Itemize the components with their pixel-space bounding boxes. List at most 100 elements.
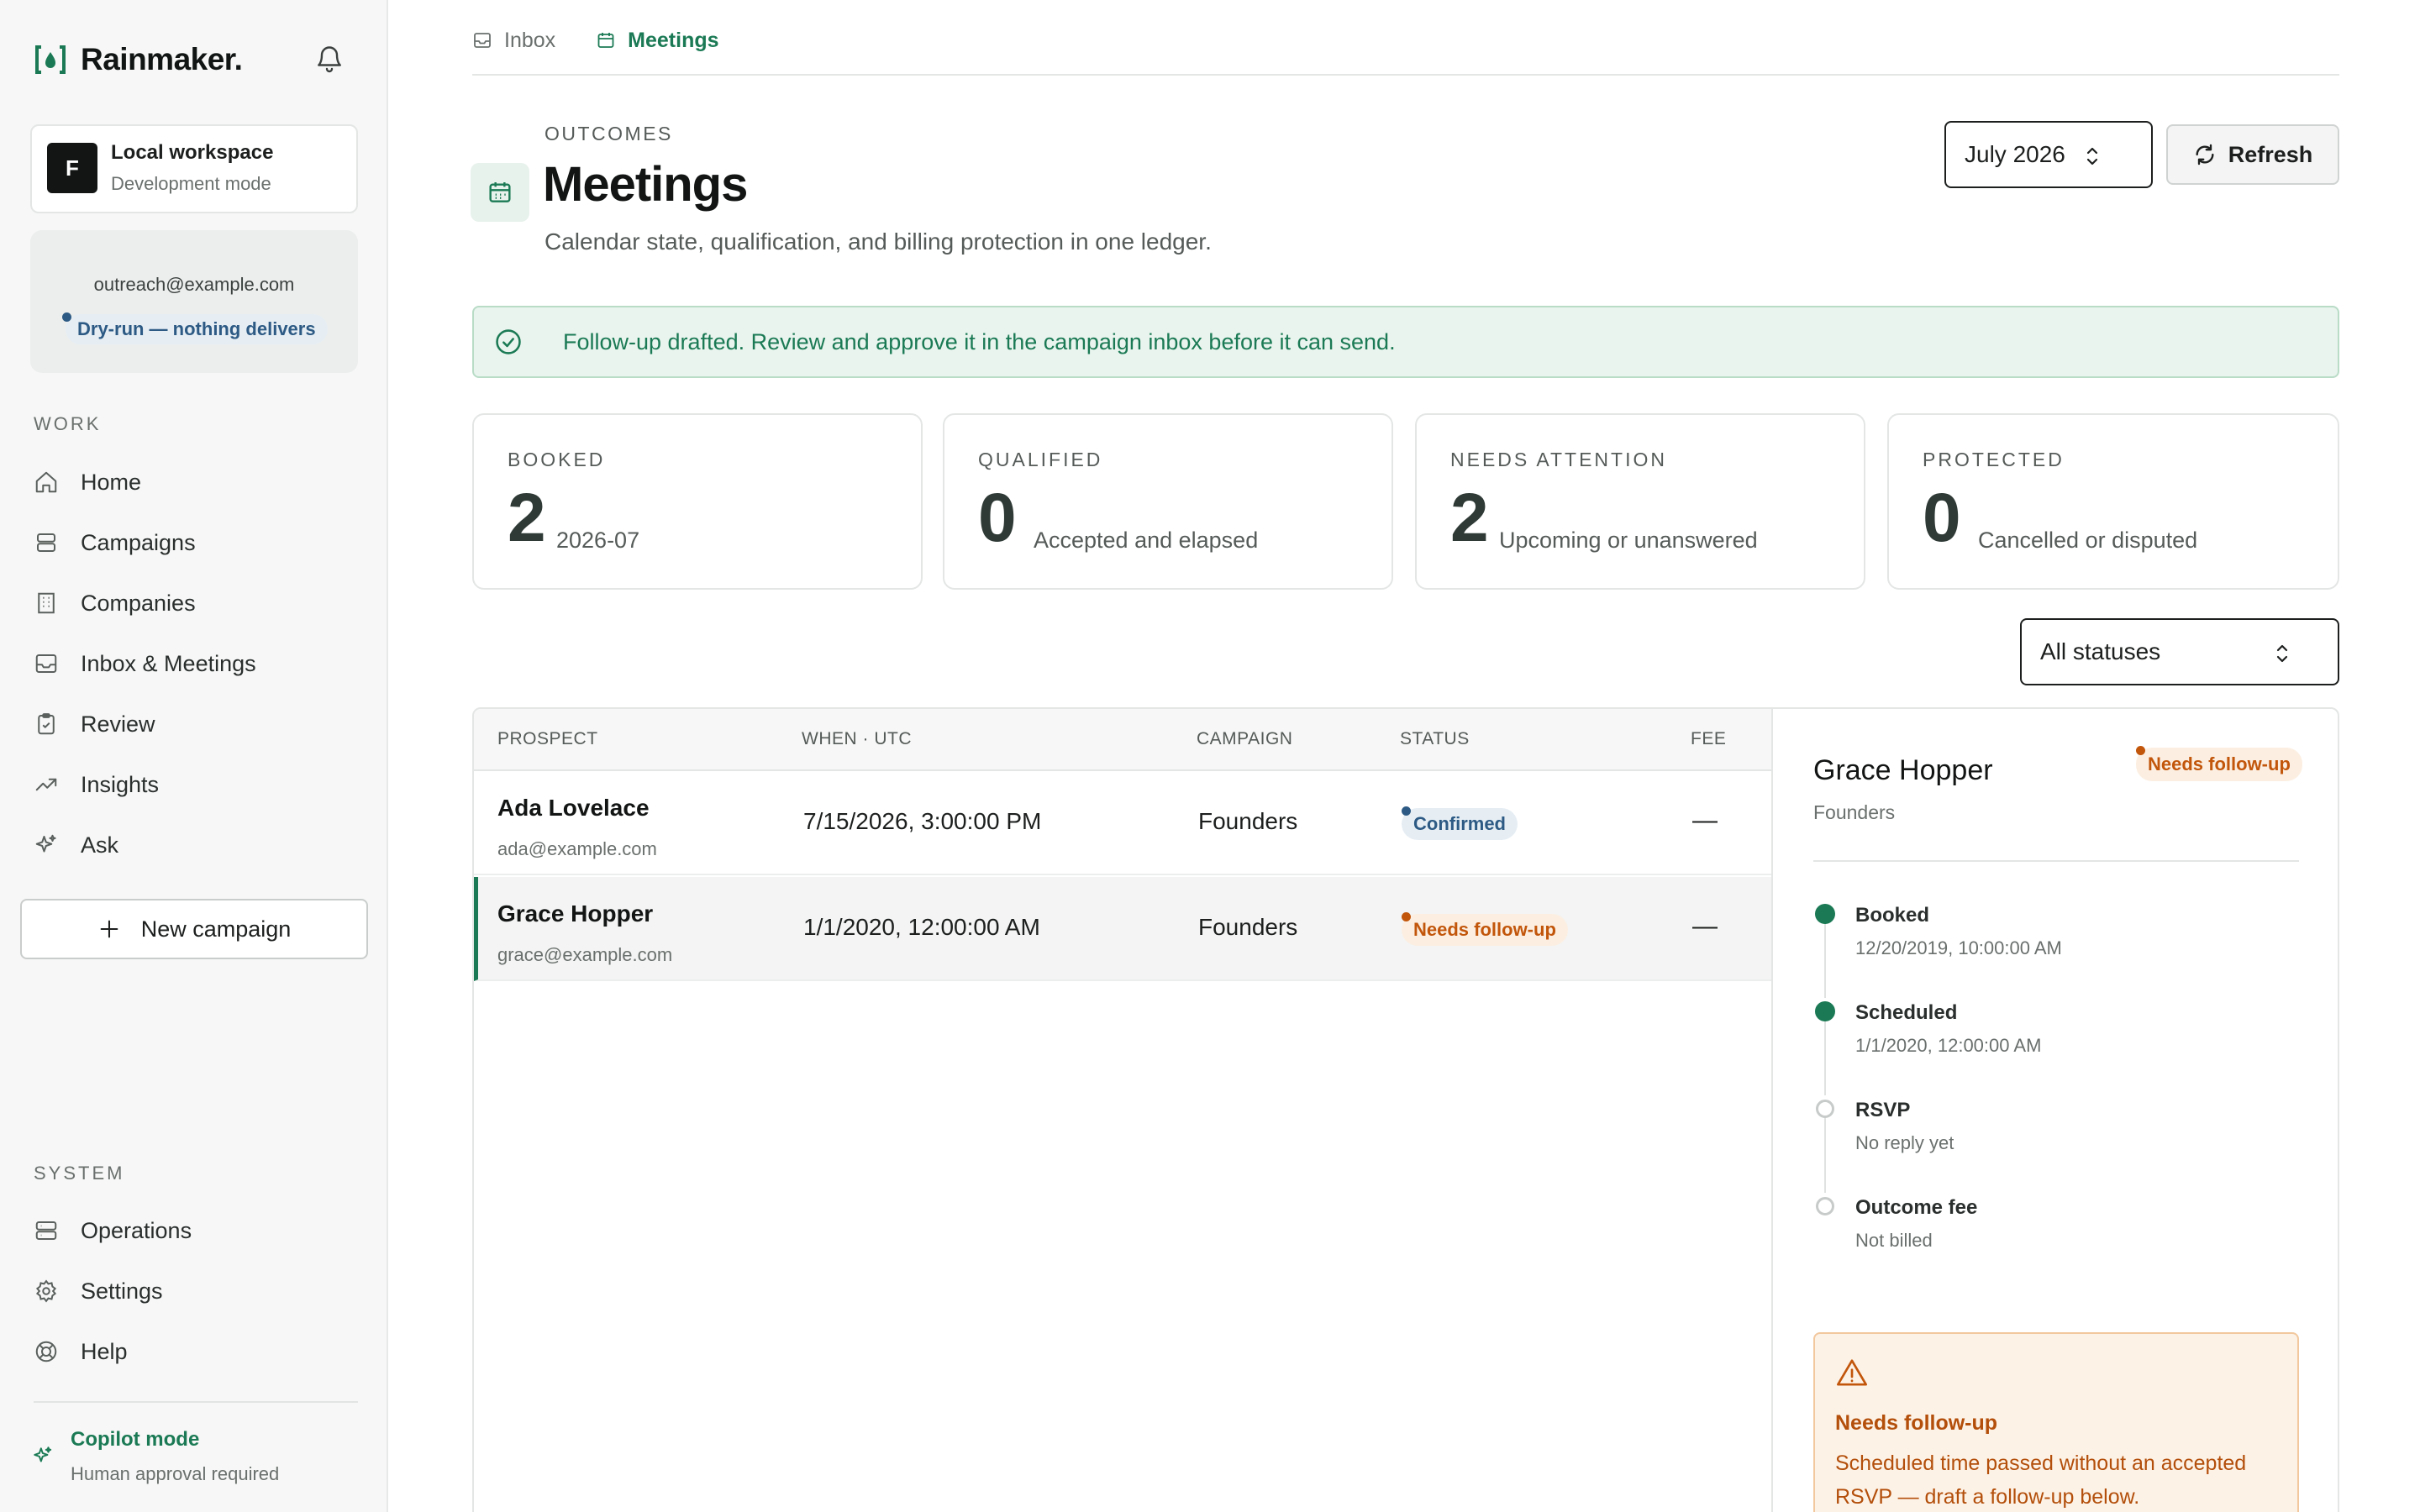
timeline-dot-pending xyxy=(1816,1100,1834,1118)
timeline-subtitle: 12/20/2019, 10:00:00 AM xyxy=(1855,937,2062,958)
workspace-avatar: F xyxy=(47,143,97,193)
nav-label: Help xyxy=(81,1338,128,1364)
brand[interactable]: Rainmaker. xyxy=(34,42,243,77)
nav-item-review[interactable]: Review xyxy=(34,703,361,745)
stat-label: QUALIFIED xyxy=(978,449,1103,470)
nav-label: Home xyxy=(81,469,142,495)
layers-icon xyxy=(37,533,55,552)
table-row-selected[interactable]: Grace Hopper grace@example.com 1/1/2020,… xyxy=(474,877,1771,981)
rainmaker-logo-icon xyxy=(35,45,66,74)
status-filter-select[interactable]: All statuses xyxy=(2020,618,2339,685)
page-eyebrow: OUTCOMES xyxy=(544,123,673,144)
column-header-status[interactable]: STATUS xyxy=(1400,729,1470,749)
breadcrumb-meetings[interactable]: Meetings xyxy=(596,29,719,53)
stat-card-protected: PROTECTED 0 Cancelled or disputed xyxy=(1887,413,2339,590)
dry-run-badge: Dry-run — nothing delivers xyxy=(62,312,328,344)
lifebuoy-icon xyxy=(35,1341,57,1362)
nav-item-companies[interactable]: Companies xyxy=(34,582,361,624)
prospect-name: Ada Lovelace xyxy=(497,795,650,821)
month-select[interactable]: July 2026 xyxy=(1944,121,2153,188)
timeline-title: RSVP xyxy=(1855,1099,1911,1121)
stat-description: Upcoming or unanswered xyxy=(1499,528,1758,553)
status-badge: Confirmed xyxy=(1402,806,1518,840)
detail-divider xyxy=(1813,860,2299,862)
copilot-mode-title[interactable]: Copilot mode xyxy=(71,1428,199,1452)
timeline-title: Outcome fee xyxy=(1855,1196,1978,1219)
follow-up-warning: Needs follow-up Scheduled time passed wi… xyxy=(1813,1332,2299,1512)
plus-icon xyxy=(100,920,118,938)
stat-card-qualified: QUALIFIED 0 Accepted and elapsed xyxy=(943,413,1393,590)
building-icon xyxy=(38,592,55,614)
nav-label: Operations xyxy=(81,1217,192,1243)
workspace-name: Local workspace xyxy=(111,141,274,164)
nav-item-home[interactable]: Home xyxy=(34,461,361,503)
breadcrumb-inbox[interactable]: Inbox xyxy=(472,29,555,53)
nav-item-insights[interactable]: Insights xyxy=(34,764,361,806)
prospect-name: Grace Hopper xyxy=(497,900,654,927)
sidebar: Rainmaker. F Local workspace Development… xyxy=(0,0,388,1512)
stat-value: 2 xyxy=(1450,480,1489,556)
timeline-subtitle: 1/1/2020, 12:00:00 AM xyxy=(1855,1035,2042,1056)
warning-text: Scheduled time passed without an accepte… xyxy=(1835,1452,2247,1509)
stat-description: 2026-07 xyxy=(556,528,640,553)
stat-value: 2 xyxy=(508,480,546,556)
stat-label: NEEDS ATTENTION xyxy=(1450,449,1667,470)
workspace-switcher[interactable]: F Local workspace Development mode xyxy=(30,124,358,213)
fee-value: — xyxy=(1692,806,1718,834)
brand-name: Rainmaker. xyxy=(81,42,243,76)
inbox-icon xyxy=(35,654,57,673)
column-header-campaign[interactable]: CAMPAIGN xyxy=(1197,729,1292,749)
nav-item-inbox-meetings[interactable]: Inbox & Meetings xyxy=(34,643,361,685)
status-dot xyxy=(62,312,71,322)
status-label: Confirmed xyxy=(1413,813,1506,834)
nav-item-ask[interactable]: Ask xyxy=(34,824,361,866)
status-label: Needs follow-up xyxy=(2148,753,2291,774)
warning-icon xyxy=(1837,1359,1867,1386)
column-header-when[interactable]: WHEN · UTC xyxy=(802,729,912,749)
column-header-prospect[interactable]: PROSPECT xyxy=(497,729,598,749)
inbox-icon xyxy=(474,33,491,48)
nav-item-operations[interactable]: Operations xyxy=(34,1210,361,1252)
stat-value: 0 xyxy=(1923,480,1961,556)
stat-description: Accepted and elapsed xyxy=(1034,528,1259,553)
table-header: PROSPECT WHEN · UTC CAMPAIGN STATUS FEE xyxy=(474,709,1771,771)
nav-item-campaigns[interactable]: Campaigns xyxy=(34,522,361,564)
breadcrumb: Inbox Meetings xyxy=(472,25,760,55)
detail-prospect-name: Grace Hopper xyxy=(1813,754,1993,786)
refresh-button[interactable]: Refresh xyxy=(2166,124,2339,185)
nav-label: Insights xyxy=(81,771,160,797)
warning-title: Needs follow-up xyxy=(1835,1411,1998,1435)
nav-item-settings[interactable]: Settings xyxy=(34,1270,361,1312)
stat-label: PROTECTED xyxy=(1923,449,2065,470)
copilot-mode-subtitle: Human approval required xyxy=(71,1463,280,1484)
stat-value: 0 xyxy=(978,480,1017,556)
work-section-label: WORK xyxy=(34,413,102,434)
workspace-mode: Development mode xyxy=(111,173,271,194)
nav-label: Campaigns xyxy=(81,529,196,555)
campaign-name: Founders xyxy=(1198,914,1298,940)
nav-label: Ask xyxy=(81,832,119,858)
nav-label: Inbox & Meetings xyxy=(81,650,256,676)
status-dot xyxy=(2136,746,2145,755)
nav-label: Companies xyxy=(81,590,196,616)
sparkles-icon xyxy=(34,1446,52,1462)
nav-item-help[interactable]: Help xyxy=(34,1331,361,1373)
header-divider xyxy=(472,74,2339,76)
campaign-name: Founders xyxy=(1198,808,1298,834)
table-row[interactable]: Ada Lovelace ada@example.com 7/15/2026, … xyxy=(474,771,1771,875)
status-dot xyxy=(1402,912,1411,921)
timeline-subtitle: Not billed xyxy=(1855,1230,1933,1251)
month-select-value: July 2026 xyxy=(1965,141,2065,167)
stat-card-booked: BOOKED 2 2026-07 xyxy=(472,413,923,590)
prospect-email: ada@example.com xyxy=(497,838,657,859)
gear-icon xyxy=(35,1279,57,1303)
meeting-detail-panel: Grace Hopper Founders Needs follow-up Bo… xyxy=(1773,709,2338,1512)
bell-icon[interactable] xyxy=(314,44,345,74)
nav-label: Settings xyxy=(81,1278,163,1304)
timeline-title: Scheduled xyxy=(1855,1001,1958,1024)
new-campaign-button[interactable]: New campaign xyxy=(20,899,368,959)
status-dot xyxy=(1402,806,1411,816)
column-header-fee[interactable]: FEE xyxy=(1691,729,1726,749)
timeline-connector xyxy=(1824,1015,1826,1095)
home-icon xyxy=(35,471,57,493)
